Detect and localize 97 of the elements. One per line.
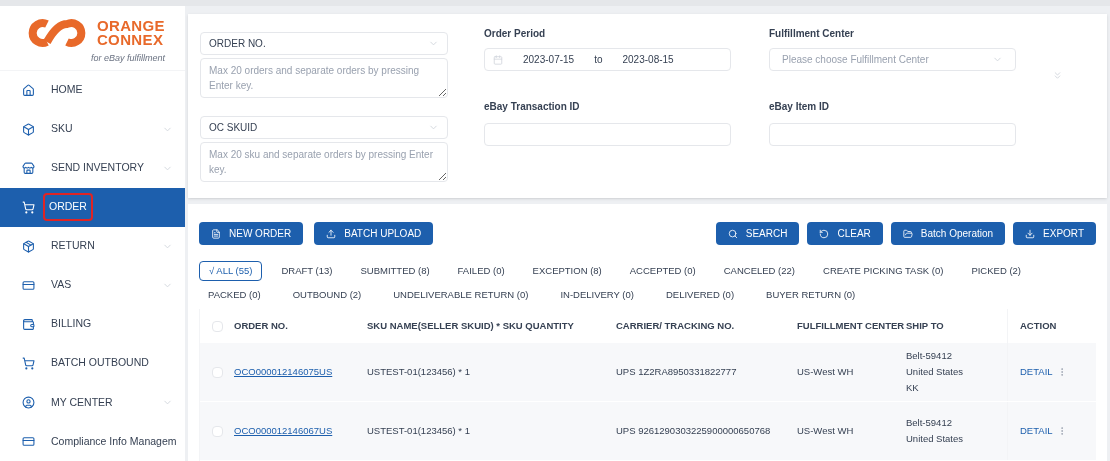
column-header: ORDER NO. bbox=[234, 318, 288, 333]
input-field[interactable]: Max 20 sku and separate orders by pressing Enter key. bbox=[200, 142, 448, 182]
table-cell-text: KK bbox=[906, 381, 920, 395]
checkbox[interactable] bbox=[211, 366, 223, 378]
table-cell-text: United States bbox=[906, 365, 965, 379]
user-icon bbox=[22, 395, 35, 409]
action-button[interactable]: BATCH UPLOAD bbox=[314, 222, 434, 245]
status-tab[interactable]: ACCEPTED (0) bbox=[620, 261, 705, 281]
field-label: eBay Item ID bbox=[769, 100, 831, 114]
sidebar-item[interactable]: HOME bbox=[0, 70, 185, 110]
expand-icon[interactable] bbox=[1052, 70, 1063, 81]
table-cell: USTEST-01(123456) * 1 bbox=[367, 424, 470, 436]
status-tab[interactable]: PACKED (0) bbox=[199, 285, 270, 305]
card-icon bbox=[22, 434, 35, 448]
column-header: SHIP TO bbox=[906, 318, 944, 333]
status-tab[interactable]: SUBMITTED (8) bbox=[351, 261, 439, 281]
input-field[interactable] bbox=[484, 123, 731, 146]
sidebar-label: VAS bbox=[50, 277, 73, 293]
action-button[interactable]: SEARCH bbox=[715, 222, 800, 245]
refresh-icon bbox=[819, 228, 830, 239]
order-link[interactable]: OCO000012146067US bbox=[234, 424, 333, 436]
package-icon bbox=[22, 239, 35, 253]
table-cell: US-West WH bbox=[797, 424, 854, 436]
sidebar-item[interactable]: ORDER bbox=[0, 187, 185, 227]
status-tab[interactable]: DELIVERED (0) bbox=[656, 285, 744, 305]
sidebar-item[interactable]: VAS bbox=[0, 265, 185, 305]
table-cell-text: United States bbox=[906, 432, 965, 446]
sidebar-item[interactable]: BILLING bbox=[0, 304, 185, 344]
status-tab[interactable]: EXCEPTION (8) bbox=[523, 261, 611, 281]
field-label: Order Period bbox=[484, 27, 547, 41]
table-cell: USTEST-01(123456) * 1 bbox=[367, 365, 470, 377]
status-tab[interactable]: UNDELIVERABLE RETURN (0) bbox=[384, 285, 538, 305]
table-cell: UPS 1Z2RA8950331822777 bbox=[616, 365, 737, 377]
detail-link[interactable]: DETAIL bbox=[1020, 364, 1053, 380]
select-field[interactable]: OC SKUID bbox=[200, 116, 448, 139]
field-label: eBay Transaction ID bbox=[484, 100, 581, 114]
sidebar-label: BATCH OUTBOUND bbox=[50, 355, 150, 371]
field-label: Fulfillment Center bbox=[769, 27, 855, 41]
select-field[interactable]: ORDER NO. bbox=[200, 32, 448, 55]
sidebar-item[interactable]: BATCH OUTBOUND bbox=[0, 343, 185, 383]
sidebar-label: BILLING bbox=[50, 316, 93, 332]
table-cell: US-West WH bbox=[797, 365, 854, 377]
sidebar-label: ORDER bbox=[43, 193, 93, 222]
table-cell: UPS 9261290303225900000650768 bbox=[616, 424, 771, 436]
input-field[interactable] bbox=[769, 123, 1016, 146]
action-button[interactable]: Batch Operation bbox=[890, 222, 1006, 245]
upload-icon bbox=[326, 228, 337, 239]
store-icon bbox=[22, 161, 35, 175]
detail-link[interactable]: DETAIL bbox=[1020, 423, 1053, 439]
wallet-icon bbox=[22, 317, 35, 331]
status-tab[interactable]: OUTBOUND (2) bbox=[283, 285, 371, 305]
action-button[interactable]: CLEAR bbox=[807, 222, 883, 245]
sidebar-label: RETURN bbox=[50, 238, 96, 254]
logo-text: CONNEX bbox=[96, 33, 165, 47]
cart-icon bbox=[22, 200, 35, 214]
sidebar-label: Compliance Info Managem bbox=[50, 433, 178, 449]
column-header: FULFILLMENT CENTER bbox=[797, 318, 905, 333]
sidebar-item[interactable]: Compliance Info Managem bbox=[0, 421, 185, 461]
sidebar-item[interactable]: SEND INVENTORY bbox=[0, 148, 185, 188]
logo-tagline: for eBay fulfillment bbox=[90, 52, 165, 65]
sidebar-label: HOME bbox=[50, 82, 84, 98]
table-cell-text: Belt-59412 bbox=[906, 416, 953, 430]
download-icon bbox=[1025, 228, 1036, 239]
logo-text: ORANGE bbox=[96, 19, 165, 33]
action-button[interactable]: NEW ORDER bbox=[199, 222, 304, 245]
status-tab[interactable]: DRAFT (13) bbox=[272, 261, 342, 281]
sidebar-item[interactable]: MY CENTER bbox=[0, 382, 185, 422]
status-tab[interactable]: IN-DELIVERY (0) bbox=[551, 285, 643, 305]
table-cell-text: Belt-59412 bbox=[906, 349, 953, 363]
status-tab[interactable]: CANCELED (22) bbox=[714, 261, 804, 281]
sidebar-label: MY CENTER bbox=[50, 394, 114, 410]
input-field[interactable]: Max 20 orders and separate orders by pressing Enter key. bbox=[200, 58, 448, 98]
checkbox[interactable] bbox=[211, 425, 223, 437]
sidebar-label: SKU bbox=[50, 121, 74, 137]
card-icon bbox=[22, 278, 35, 292]
checkbox[interactable] bbox=[211, 320, 223, 332]
status-tab[interactable]: √ ALL (55) bbox=[199, 261, 263, 281]
folder-icon bbox=[902, 228, 913, 239]
calendar-icon bbox=[493, 54, 503, 65]
cube-icon bbox=[22, 122, 35, 136]
order-link[interactable]: OCO000012146075US bbox=[234, 365, 333, 377]
column-header: ACTION bbox=[1020, 318, 1057, 333]
search-icon bbox=[727, 228, 738, 239]
action-button[interactable]: EXPORT bbox=[1013, 222, 1096, 245]
status-tab[interactable]: FAILED (0) bbox=[448, 261, 514, 281]
sidebar-label: SEND INVENTORY bbox=[50, 160, 145, 176]
sidebar-item[interactable]: RETURN bbox=[0, 226, 185, 266]
status-tab[interactable]: CREATE PICKING TASK (0) bbox=[814, 261, 953, 281]
column-header: SKU NAME(SELLER SKUID) * SKU QUANTITY bbox=[367, 318, 574, 333]
column-header: CARRIER/ TRACKING NO. bbox=[616, 318, 735, 333]
sidebar-item[interactable]: SKU bbox=[0, 109, 185, 149]
document-icon bbox=[211, 228, 221, 239]
status-tab[interactable]: PICKED (2) bbox=[962, 261, 1030, 281]
status-tab[interactable]: BUYER RETURN (0) bbox=[757, 285, 865, 305]
date-range-field[interactable]: 2023-07-15 to 2023-08-15 bbox=[484, 48, 731, 71]
home-icon bbox=[22, 83, 35, 97]
cart-icon bbox=[22, 356, 35, 370]
